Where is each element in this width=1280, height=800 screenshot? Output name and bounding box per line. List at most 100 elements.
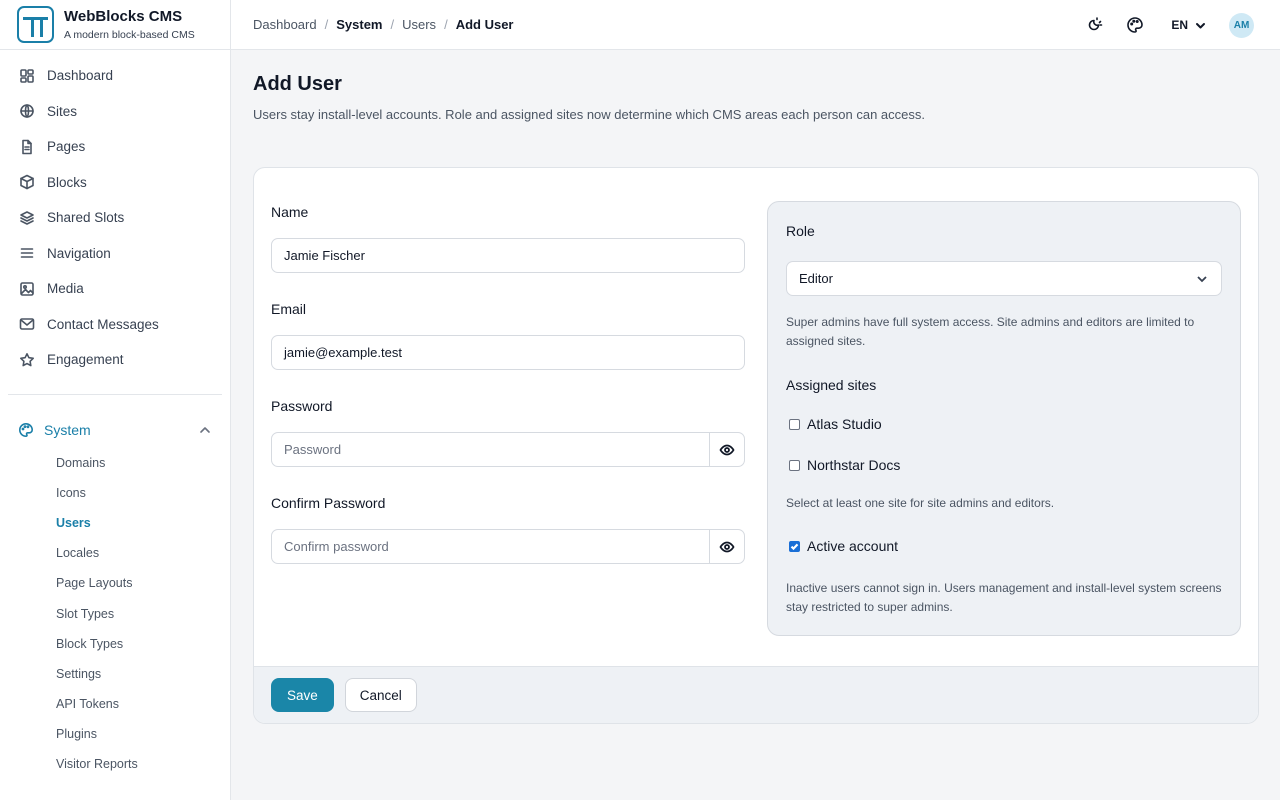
sidebar-subitem-slot-types[interactable]: Slot Types [0,598,230,628]
checkbox[interactable] [789,540,800,552]
sidebar-subitem-users[interactable]: Users [0,508,230,538]
assigned-sites-help-text: Select at least one site for site admins… [786,496,1055,510]
sidebar-item-label: Navigation [47,245,111,261]
breadcrumb-system[interactable]: System [336,17,382,32]
active-account-help-text: Inactive users cannot sign in. Users man… [786,581,1222,614]
chevron-down-icon [1197,276,1207,283]
sidebar-item-label: Engagement [47,352,124,368]
sidebar-subitem-block-types[interactable]: Block Types [0,629,230,659]
sidebar-subitem-api-tokens[interactable]: API Tokens [0,689,230,719]
avatar[interactable]: AM [1229,12,1254,38]
logo-icon [17,6,54,43]
chevron-up-icon [200,426,210,433]
cancel-button[interactable]: Cancel [344,678,417,712]
sidebar-item-blocks[interactable]: Blocks [0,165,230,201]
show-password-button[interactable] [709,433,744,466]
breadcrumb-separator: / [324,17,329,32]
name-field[interactable]: Jamie Fischer [271,238,745,273]
role-label: Role [786,223,815,239]
sidebar-item-shared-slots[interactable]: Shared Slots [0,200,230,236]
sidebar-item-contact-messages[interactable]: Contact Messages [0,307,230,343]
checkbox[interactable] [789,459,800,471]
globe-icon [20,104,34,119]
eye-icon [719,541,735,552]
main-nav: Dashboard Sites Pages Blocks Shared Slot… [0,50,230,780]
breadcrumb-dashboard[interactable]: Dashboard [253,17,317,32]
password-label: Password [271,398,333,414]
breadcrumb-separator: / [390,17,395,32]
language-label: EN [1171,18,1188,32]
star-icon [20,352,34,367]
active-account-label: Active account [807,538,899,554]
email-label: Email [271,301,307,317]
page-description: Users stay install-level accounts. Role … [253,107,925,122]
sidebar-item-navigation[interactable]: Navigation [0,236,230,272]
palette-icon [19,422,33,437]
brand-name: WebBlocks CMS [64,7,183,25]
sidebar-subitem-page-layouts[interactable]: Page Layouts [0,568,230,598]
sidebar-item-sites[interactable]: Sites [0,94,230,130]
save-button[interactable]: Save [271,678,334,712]
sidebar-item-label: Media [47,281,84,297]
role-select[interactable]: Editor [786,261,1222,296]
dashboard-icon [20,68,34,83]
sidebar-item-label: Blocks [47,174,87,190]
role-help-text: Super admins have full system access. Si… [786,315,1195,348]
user-form-card: Name Jamie Fischer Email jamie@example.t… [253,167,1259,724]
password-field[interactable]: Password [271,432,745,467]
sidebar-item-label: Shared Slots [47,210,125,226]
checkbox[interactable] [789,418,800,430]
palette-button[interactable] [1121,11,1149,39]
sidebar-item-pages[interactable]: Pages [0,129,230,165]
sidebar-subitem-settings[interactable]: Settings [0,659,230,689]
sidebar-group-system[interactable]: System [0,412,230,448]
sidebar: WebBlocks CMS A modern block-based CMS D… [0,0,231,800]
theme-toggle-button[interactable] [1080,11,1108,39]
site-label: Northstar Docs [807,457,901,473]
mail-icon [19,318,35,331]
show-confirm-password-button[interactable] [709,530,744,563]
sidebar-subitem-locales[interactable]: Locales [0,538,230,568]
breadcrumb: Dashboard / System / Users / Add User [253,17,513,32]
confirm-password-label: Confirm Password [271,495,386,511]
sidebar-item-label: Contact Messages [47,316,159,332]
access-panel: Role Editor Super admins have full syste… [767,201,1241,636]
breadcrumb-users[interactable]: Users [402,17,436,32]
brand[interactable]: WebBlocks CMS A modern block-based CMS [0,0,230,50]
sidebar-subitem-plugins[interactable]: Plugins [0,719,230,749]
breadcrumb-separator: / [444,17,448,32]
password-placeholder: Password [284,442,342,457]
sidebar-item-label: Pages [47,139,86,155]
active-account-checkbox[interactable]: Active account [789,538,898,554]
image-icon [20,281,34,296]
role-selected-value: Editor [799,271,833,286]
language-switcher[interactable]: EN [1171,18,1207,32]
email-field[interactable]: jamie@example.test [271,335,745,370]
check-icon [790,543,799,550]
confirm-password-field[interactable]: Confirm password [271,529,745,564]
sidebar-subitem-visitor-reports[interactable]: Visitor Reports [0,749,230,779]
form-footer: Save Cancel [254,666,1258,723]
cube-icon [20,174,34,190]
menu-icon [20,248,34,259]
sidebar-subitem-domains[interactable]: Domains [0,448,230,478]
sidebar-item-engagement[interactable]: Engagement [0,342,230,378]
sidebar-item-dashboard[interactable]: Dashboard [0,58,230,94]
eye-icon [719,444,735,455]
layers-icon [20,210,34,225]
topbar: Dashboard / System / Users / Add User EN… [231,0,1280,50]
name-label: Name [271,204,309,220]
file-icon [22,139,32,155]
brand-tagline: A modern block-based CMS [64,28,195,41]
page-title: Add User [253,73,342,95]
site-checkbox-northstar-docs[interactable]: Northstar Docs [789,457,900,473]
site-checkbox-atlas-studio[interactable]: Atlas Studio [789,416,882,432]
palette-icon [1127,17,1144,33]
sidebar-item-media[interactable]: Media [0,271,230,307]
top-actions: EN AM [1067,0,1254,50]
chevron-down-icon [1196,22,1205,28]
sidebar-item-label: Sites [47,103,78,119]
nav-divider [8,393,222,395]
sidebar-subitem-icons[interactable]: Icons [0,478,230,508]
breadcrumb-current: Add User [455,17,514,32]
